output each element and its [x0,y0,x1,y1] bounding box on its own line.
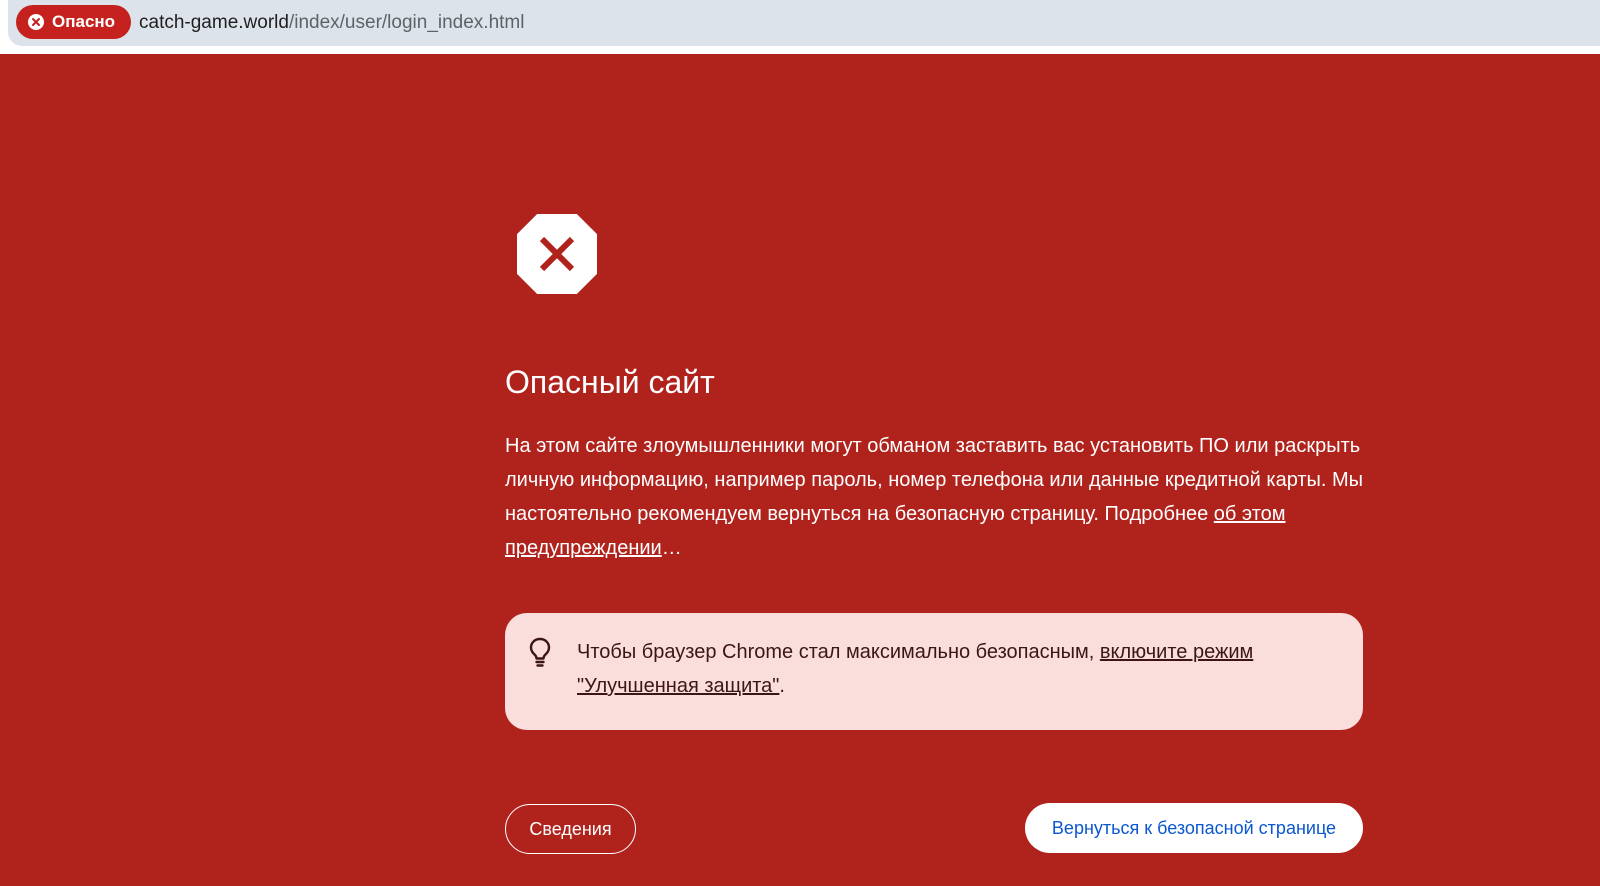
stop-sign-x-icon [517,214,597,294]
page-title: Опасный сайт [505,364,715,400]
security-chip-label: Опасно [52,12,116,31]
tip-body: Чтобы браузер Chrome стал максимально бе… [577,641,1100,663]
enhanced-protection-tip: Чтобы браузер Chrome стал максимально бе… [505,613,1363,730]
url-host: catch-game.world [139,12,289,33]
lightbulb-icon [529,637,551,667]
tip-suffix: . [779,675,785,697]
security-status-chip[interactable]: Опасно [16,5,132,39]
tip-text: Чтобы браузер Chrome стал максимально бе… [577,635,1337,703]
back-to-safety-button[interactable]: Вернуться к безопасной странице [1025,803,1363,853]
danger-x-icon [28,14,44,30]
url-path: /index/user/login_index.html [288,12,525,33]
url-text[interactable]: catch-game.world/index/user/login_index.… [139,12,524,34]
browser-toolbar: Опасно catch-game.world/index/user/login… [0,0,1600,54]
details-button[interactable]: Сведения [505,804,636,854]
warning-description: На этом сайте злоумышленники могут обман… [505,429,1365,565]
address-bar[interactable]: Опасно catch-game.world/index/user/login… [8,0,1600,46]
warning-body-suffix: … [661,537,682,559]
